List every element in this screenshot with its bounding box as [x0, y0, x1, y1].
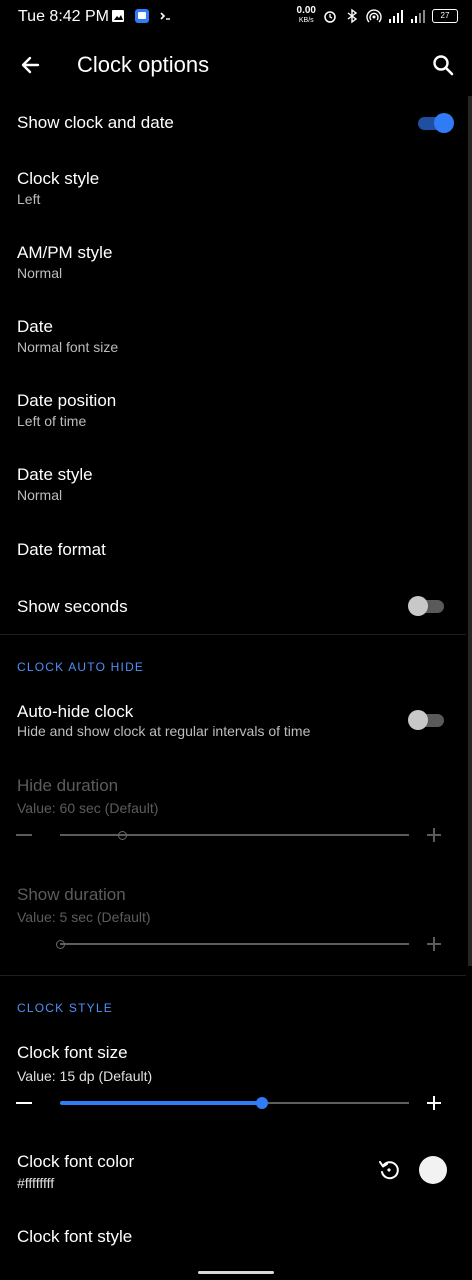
section-header-clock-style: CLOCK STYLE	[17, 1001, 113, 1015]
battery-icon: 27	[432, 9, 458, 23]
slider-fill	[60, 1101, 263, 1105]
setting-title: Clock style	[17, 169, 100, 188]
reset-icon[interactable]	[376, 1157, 402, 1183]
setting-date[interactable]: Date Normal font size	[0, 304, 460, 374]
auto-hide-toggle[interactable]	[408, 709, 444, 730]
slider-track	[60, 943, 409, 945]
app-bar: Clock options	[0, 36, 472, 94]
setting-value: Value: 15 dp (Default)	[17, 1068, 153, 1084]
status-bar: Tue 8:42 PM 0.00 KB/s 27	[0, 0, 472, 36]
setting-clock-style[interactable]: Clock style Left	[0, 156, 460, 226]
section-header-auto-hide: CLOCK AUTO HIDE	[17, 660, 145, 674]
setting-value: #ffffffff	[17, 1175, 55, 1191]
setting-title: Hide duration	[17, 776, 119, 795]
system-icons: 0.00 KB/s 27	[297, 6, 458, 26]
gesture-nav-handle[interactable]	[198, 1271, 274, 1274]
setting-title: AM/PM style	[17, 243, 113, 262]
signal-lte-icon	[389, 10, 403, 23]
setting-title: Date position	[17, 391, 117, 410]
setting-value: Normal	[17, 487, 63, 503]
setting-value: Left	[17, 191, 41, 207]
show-clock-toggle[interactable]	[416, 112, 454, 133]
color-swatch[interactable]	[419, 1156, 447, 1184]
setting-hide-duration: Hide duration Value: 60 sec (Default)	[0, 764, 460, 818]
scrollbar[interactable]	[468, 96, 472, 966]
notification-icons	[110, 8, 174, 24]
setting-auto-hide-clock[interactable]: Auto-hide clock Hide and show clock at r…	[0, 690, 460, 748]
setting-title: Date	[17, 317, 53, 336]
setting-value: Value: 5 sec (Default)	[17, 909, 151, 925]
arrow-left-icon[interactable]	[16, 50, 46, 80]
minus-icon[interactable]	[16, 1102, 32, 1104]
section-divider	[0, 634, 466, 635]
setting-value: Normal	[17, 265, 63, 281]
minus-icon	[16, 834, 32, 836]
net-speed: 0.00 KB/s	[296, 5, 316, 25]
setting-show-duration: Show duration Value: 5 sec (Default)	[0, 872, 460, 926]
slider-thumb	[55, 940, 65, 949]
slider-track	[60, 834, 409, 836]
setting-date-style[interactable]: Date style Normal	[0, 452, 460, 522]
setting-title: Show duration	[17, 885, 126, 904]
signal-icon	[411, 10, 425, 23]
clock-font-size-slider[interactable]	[0, 1091, 466, 1115]
setting-value: Left of time	[17, 413, 87, 429]
bluetooth-icon	[347, 8, 358, 24]
setting-clock-font-style[interactable]: Clock font style	[0, 1214, 460, 1260]
setting-title: Clock font color	[17, 1152, 135, 1171]
setting-title: Clock font size	[17, 1043, 128, 1062]
alarm-icon	[324, 11, 336, 23]
slider-thumb	[118, 831, 128, 840]
setting-show-clock-and-date[interactable]: Show clock and date	[0, 96, 460, 152]
setting-title: Date format	[17, 540, 106, 559]
plus-icon	[427, 937, 441, 951]
setting-summary: Hide and show clock at regular intervals…	[17, 723, 311, 739]
search-icon[interactable]	[428, 50, 458, 80]
setting-title: Date style	[17, 465, 93, 484]
setting-ampm-style[interactable]: AM/PM style Normal	[0, 230, 460, 300]
setting-date-position[interactable]: Date position Left of time	[0, 378, 460, 448]
setting-value: Value: 60 sec (Default)	[17, 800, 159, 816]
setting-title: Auto-hide clock	[17, 702, 134, 721]
hide-duration-slider	[0, 823, 466, 847]
show-seconds-toggle[interactable]	[408, 595, 444, 616]
setting-clock-font-size: Clock font size Value: 15 dp (Default)	[0, 1030, 460, 1090]
setting-date-format[interactable]: Date format	[0, 526, 460, 578]
plus-icon[interactable]	[426, 1095, 442, 1111]
section-divider	[0, 975, 466, 976]
setting-title: Clock font style	[17, 1227, 133, 1246]
app-notification-icon	[135, 9, 149, 23]
terminal-icon	[160, 12, 170, 20]
setting-title: Show clock and date	[17, 113, 174, 132]
show-duration-slider	[0, 932, 466, 956]
gallery-icon	[112, 10, 124, 22]
status-time: Tue 8:42 PM	[18, 8, 110, 25]
page-title: Clock options	[77, 52, 210, 77]
slider-thumb[interactable]	[256, 1097, 269, 1109]
setting-show-seconds[interactable]: Show seconds	[0, 580, 460, 632]
setting-title: Show seconds	[17, 597, 128, 616]
plus-icon	[427, 828, 441, 842]
hotspot-icon	[366, 9, 382, 23]
setting-value: Normal font size	[17, 339, 119, 355]
battery-level: 27	[440, 11, 450, 20]
